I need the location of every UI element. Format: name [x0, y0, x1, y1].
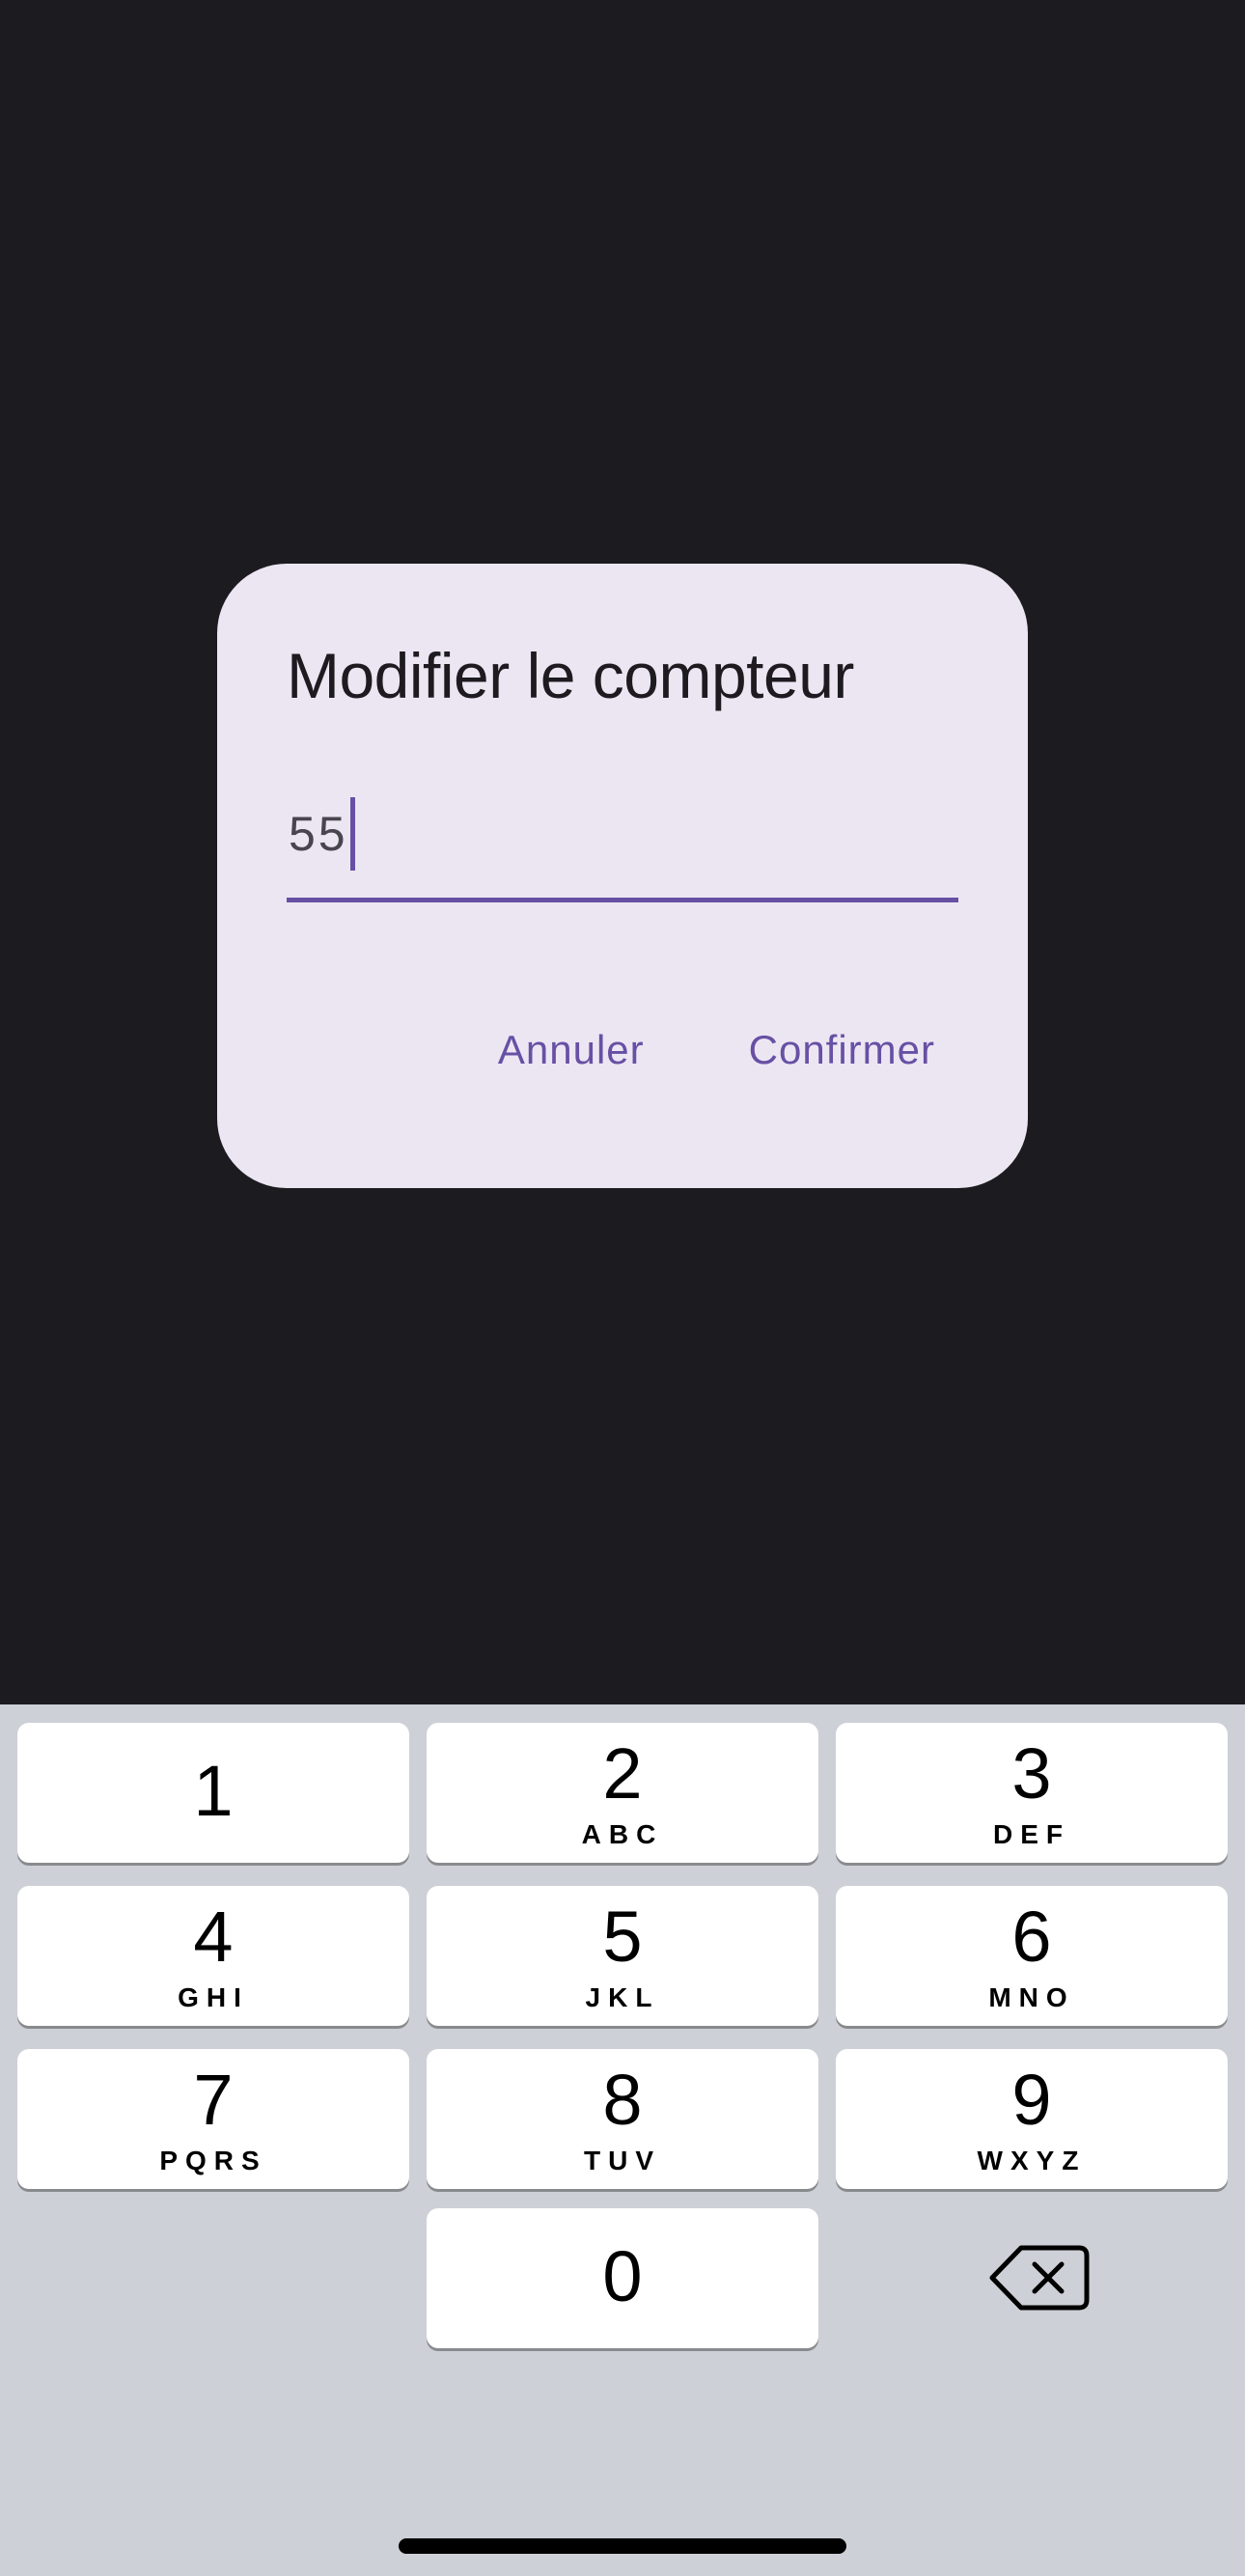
- text-cursor: [349, 797, 355, 871]
- confirm-button[interactable]: Confirmer: [726, 1017, 958, 1083]
- key-letters: PQRS: [159, 2146, 267, 2175]
- key-digit: 1: [193, 1751, 234, 1831]
- backspace-icon: [989, 2245, 1090, 2311]
- key-1[interactable]: 1: [17, 1723, 409, 1863]
- key-letters: MNO: [988, 1982, 1075, 2012]
- backspace-key[interactable]: [971, 2224, 1106, 2330]
- key-letters: TUV: [584, 2146, 661, 2175]
- key-4[interactable]: 4 GHI: [17, 1886, 409, 2026]
- home-indicator[interactable]: [399, 2538, 846, 2554]
- dialog-title: Modifier le compteur: [287, 640, 854, 711]
- key-digit: 2: [602, 1733, 643, 1814]
- key-letters: JKL: [585, 1982, 660, 2012]
- key-5[interactable]: 5 JKL: [427, 1886, 818, 2026]
- key-digit: 4: [193, 1897, 234, 1977]
- key-2[interactable]: 2 ABC: [427, 1723, 818, 1863]
- key-8[interactable]: 8 TUV: [427, 2049, 818, 2189]
- edit-counter-dialog: Modifier le compteur 55 Annuler Confirme…: [217, 564, 1028, 1188]
- dialog-actions: Annuler Confirmer: [475, 1017, 958, 1083]
- key-digit: 6: [1011, 1897, 1052, 1977]
- key-0[interactable]: 0: [427, 2208, 818, 2348]
- key-letters: ABC: [581, 1819, 664, 1849]
- key-digit: 9: [1011, 2060, 1052, 2140]
- key-9[interactable]: 9 WXYZ: [836, 2049, 1228, 2189]
- cancel-button[interactable]: Annuler: [475, 1017, 668, 1083]
- key-digit: 3: [1011, 1733, 1052, 1814]
- key-digit: 8: [602, 2060, 643, 2140]
- key-letters: DEF: [993, 1819, 1070, 1849]
- key-3[interactable]: 3 DEF: [836, 1723, 1228, 1863]
- counter-value-text: 55: [289, 807, 348, 861]
- numeric-keypad: 1 2 ABC 3 DEF 4 GHI 5 JKL 6 MNO 7 PQRS 8…: [0, 1704, 1245, 2576]
- counter-input[interactable]: 55: [287, 795, 958, 902]
- key-digit: 7: [193, 2060, 234, 2140]
- key-digit: 5: [602, 1897, 643, 1977]
- counter-input-value: 55: [289, 795, 355, 873]
- key-letters: WXYZ: [977, 2146, 1087, 2175]
- key-digit: 0: [602, 2236, 643, 2316]
- key-letters: GHI: [178, 1982, 249, 2012]
- key-6[interactable]: 6 MNO: [836, 1886, 1228, 2026]
- key-7[interactable]: 7 PQRS: [17, 2049, 409, 2189]
